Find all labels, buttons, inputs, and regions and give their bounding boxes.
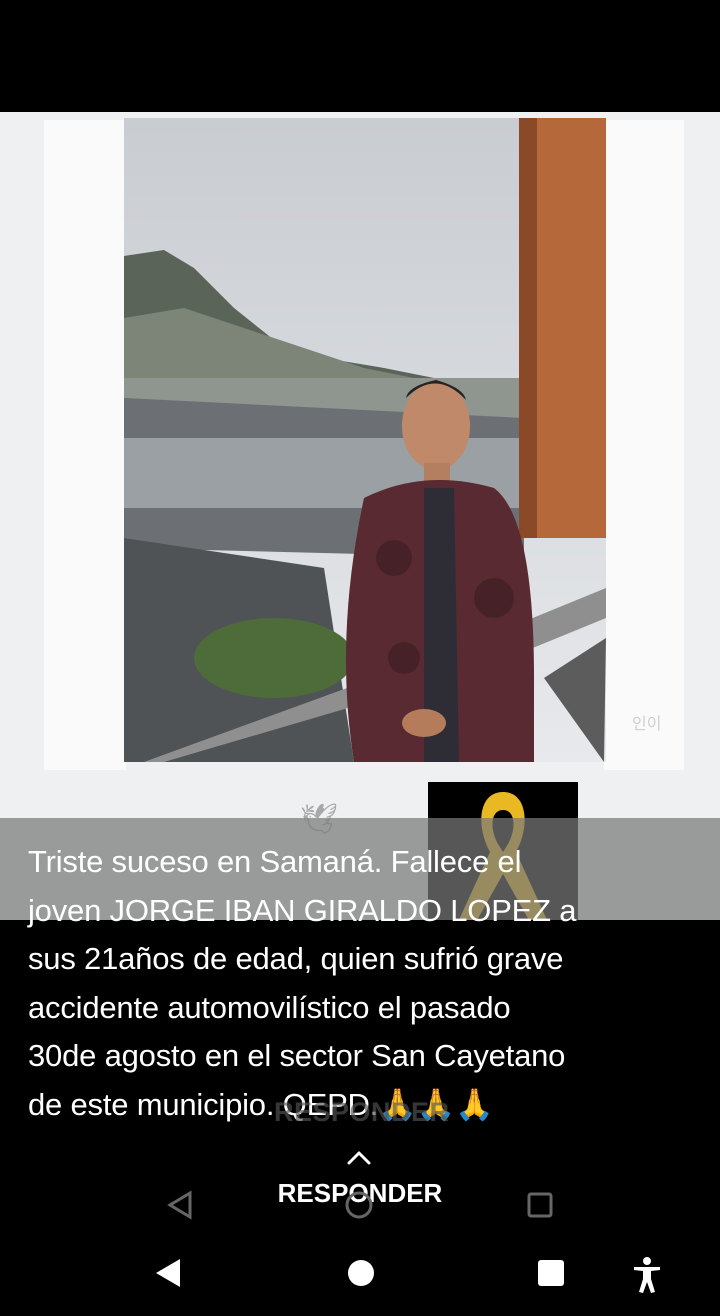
square-recents-icon[interactable]: [535, 1255, 567, 1291]
reply-label-ghost: RESPONDER: [274, 1097, 450, 1127]
card-right-edge: [604, 120, 684, 770]
story-image: 인이 🕊: [0, 112, 720, 920]
watermark-text: 인이: [632, 716, 662, 733]
ghost-back-icon: [167, 1190, 192, 1220]
story-caption: Triste suceso en Samaná. Fallece el jove…: [28, 844, 577, 1122]
ghost-recents-icon: [527, 1192, 553, 1218]
photo-person-on-balcony: [124, 118, 606, 762]
triangle-back-icon[interactable]: [152, 1255, 184, 1291]
ghost-home-icon: [345, 1191, 373, 1219]
circle-home-icon[interactable]: [345, 1255, 377, 1291]
status-area: [0, 0, 720, 112]
chevron-up-icon[interactable]: [344, 1148, 374, 1168]
accessibility-person-icon[interactable]: [630, 1255, 664, 1295]
card-left-edge: [44, 120, 126, 770]
